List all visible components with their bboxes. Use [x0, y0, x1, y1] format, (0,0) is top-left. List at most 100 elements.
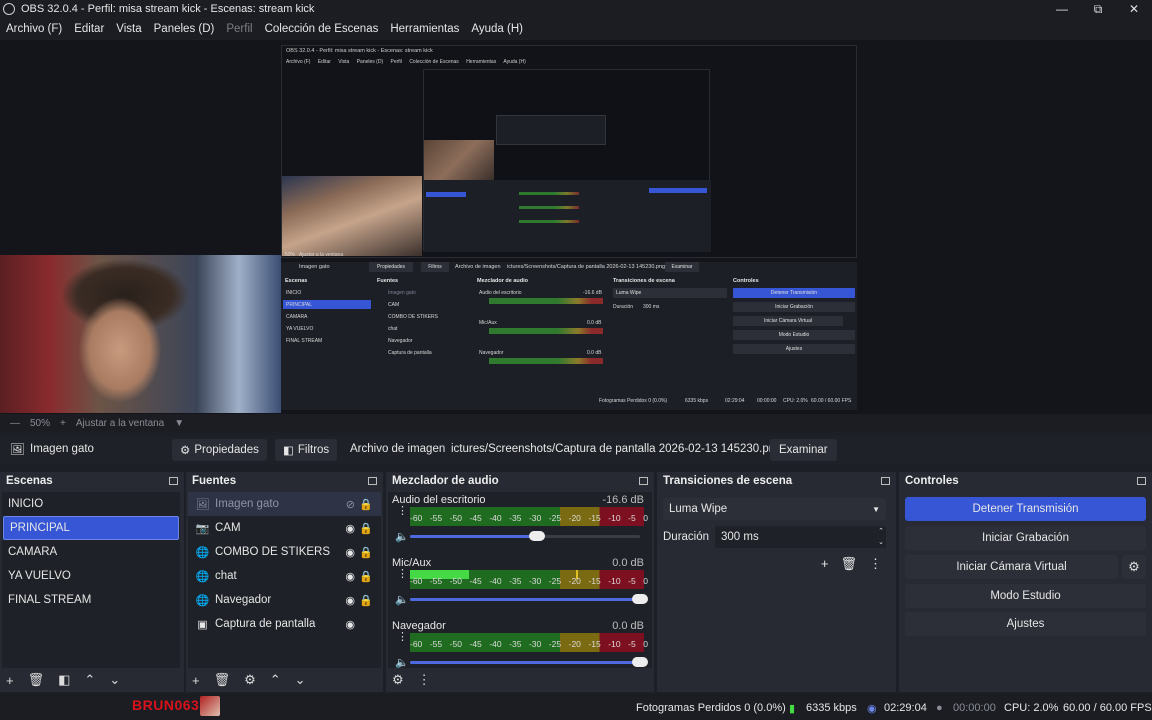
slider-knob[interactable] [632, 594, 648, 604]
lock-icon[interactable]: 🔒 [359, 522, 373, 535]
settings-button[interactable]: Ajustes [905, 612, 1146, 636]
properties-button[interactable]: ⚙ Propiedades [172, 439, 267, 461]
move-up-icon[interactable]: ⌃ [270, 672, 281, 688]
speaker-icon[interactable]: 🔈 [395, 593, 409, 606]
source-item[interactable]: 🌐 Navegador ◉ 🔒 [188, 588, 381, 612]
scenes-toolbar: + 🗑 ◧ ⌃ ⌄ [0, 668, 184, 692]
source-item[interactable]: 🌐 COMBO DE STIKERS ◉ 🔒 [188, 540, 381, 564]
nested-source: CAM [388, 302, 400, 308]
filters-button[interactable]: ◧ Filtros [275, 439, 338, 461]
trash-icon[interactable]: 🗑 [840, 556, 857, 572]
zoom-fit-label[interactable]: Ajustar a la ventana [76, 418, 164, 429]
stop-streaming-button[interactable]: Detener Transmisión [905, 497, 1146, 521]
add-source-icon[interactable]: + [192, 673, 200, 688]
source-item[interactable]: ▣ Captura de pantalla ◉ [188, 612, 381, 636]
advanced-audio-icon[interactable]: ⚙ [392, 672, 404, 688]
scene-item-inicio[interactable]: INICIO [2, 492, 180, 516]
nested-file-label: Archivo de imagen [455, 264, 501, 270]
scene-filters-icon[interactable]: ◧ [58, 672, 70, 688]
trash-icon[interactable]: 🗑 [28, 672, 45, 688]
zoom-in-icon[interactable]: + [60, 418, 66, 429]
add-scene-icon[interactable]: + [6, 673, 14, 688]
scenes-title: Escenas [6, 475, 53, 487]
lock-icon[interactable]: 🔒 [359, 594, 373, 607]
window-title: OBS 32.0.4 - Perfil: misa stream kick - … [21, 3, 315, 15]
filter-icon: ◧ [283, 445, 294, 457]
menu-coleccion-escenas[interactable]: Colección de Escenas [265, 23, 379, 35]
volume-slider[interactable] [410, 594, 648, 604]
kebab-menu-icon[interactable]: ⋮ [397, 506, 408, 517]
eye-icon[interactable]: ◉ [345, 618, 355, 631]
eye-icon[interactable]: ◉ [345, 546, 355, 559]
undock-icon[interactable] [169, 477, 178, 485]
menu-ayuda[interactable]: Ayuda (H) [471, 23, 523, 35]
file-path-input[interactable]: ictures/Screenshots/Captura de pantalla … [451, 443, 782, 455]
nested-status-live: 02:29:04 [725, 398, 745, 404]
nested-obs-capture: OBS 32.0.4 - Perfil: misa stream kick - … [281, 45, 857, 450]
eye-icon[interactable]: ◉ [345, 594, 355, 607]
move-down-icon[interactable]: ⌄ [295, 672, 306, 688]
volume-slider[interactable] [410, 531, 640, 541]
browse-button[interactable]: Examinar [770, 439, 837, 461]
minimize-icon[interactable]: — [1044, 0, 1080, 18]
gear-icon[interactable]: ⚙ [1122, 555, 1146, 579]
menu-perfil[interactable]: Perfil [226, 23, 252, 35]
close-icon[interactable]: ✕ [1116, 0, 1152, 18]
lock-icon[interactable]: 🔒 [359, 570, 373, 583]
speaker-icon[interactable]: 🔈 [395, 656, 409, 668]
menu-herramientas[interactable]: Herramientas [390, 23, 459, 35]
kebab-menu-icon[interactable]: ⋮ [869, 556, 882, 572]
slider-knob[interactable] [632, 657, 648, 667]
nested-source: Imagen gato [388, 290, 416, 296]
nested-meter [489, 328, 603, 334]
eye-hidden-icon[interactable]: ⊘ [346, 498, 355, 511]
duration-input[interactable]: 300 ms ⌃ ⌄ [715, 526, 886, 548]
lock-icon[interactable]: 🔒 [359, 498, 373, 511]
undock-icon[interactable] [881, 477, 890, 485]
zoom-dropdown-icon[interactable]: ▼ [174, 418, 184, 429]
kebab-menu-icon[interactable]: ⋮ [418, 672, 431, 688]
menu-vista[interactable]: Vista [116, 23, 141, 35]
source-item[interactable]: 🌐 chat ◉ 🔒 [188, 564, 381, 588]
globe-icon: 🌐 [195, 594, 210, 607]
volume-slider[interactable] [410, 657, 648, 667]
source-item[interactable]: 🖼 Imagen gato ⊘ 🔒 [188, 492, 381, 516]
eye-icon[interactable]: ◉ [345, 570, 355, 583]
zoom-out-icon[interactable]: — [10, 418, 20, 429]
maximize-icon[interactable]: ⧉ [1080, 0, 1116, 18]
kebab-menu-icon[interactable]: ⋮ [397, 569, 408, 580]
trash-icon[interactable]: 🗑 [214, 672, 231, 688]
sources-dock: Fuentes 🖼 Imagen gato ⊘ 🔒 📷 CAM ◉ 🔒 🌐 CO… [186, 472, 383, 692]
scene-item-final-stream[interactable]: FINAL STREAM [2, 588, 180, 612]
studio-mode-button[interactable]: Modo Estudio [905, 584, 1146, 608]
selected-source-name: Imagen gato [30, 443, 94, 455]
menu-archivo[interactable]: Archivo (F) [6, 23, 62, 35]
scene-item-principal[interactable]: PRINCIPAL [3, 516, 179, 540]
speaker-icon[interactable]: 🔈 [395, 530, 409, 543]
move-up-icon[interactable]: ⌃ [84, 672, 95, 688]
meter-scale: -60 -55 -50 -45 -40 -35 -30 -25 -20 -15 -10 -5 0 [410, 513, 648, 523]
move-down-icon[interactable]: ⌄ [109, 672, 120, 688]
transition-select[interactable]: Luma Wipe ▼ [663, 498, 886, 520]
undock-icon[interactable] [368, 477, 377, 485]
broadcast-icon: ◉ [867, 703, 877, 715]
slider-knob[interactable] [528, 531, 545, 541]
eye-icon[interactable]: ◉ [345, 522, 355, 535]
scene-item-camara[interactable]: CAMARA [2, 540, 180, 564]
duration-spinner[interactable]: ⌃ ⌄ [878, 526, 884, 548]
preview-canvas[interactable]: OBS 32.0.4 - Perfil: misa stream kick - … [0, 40, 1152, 414]
nested-filters-button: Filtros [421, 262, 449, 272]
scene-item-ya-vuelvo[interactable]: YA VUELVO [2, 564, 180, 588]
undock-icon[interactable] [639, 477, 648, 485]
menu-editar[interactable]: Editar [74, 23, 104, 35]
undock-icon[interactable] [1137, 477, 1146, 485]
source-item[interactable]: 📷 CAM ◉ 🔒 [188, 516, 381, 540]
start-virtual-camera-button[interactable]: Iniciar Cámara Virtual [905, 555, 1118, 579]
kebab-menu-icon[interactable]: ⋮ [397, 632, 408, 643]
lock-icon[interactable]: 🔒 [359, 546, 373, 559]
start-recording-button[interactable]: Iniciar Grabación [905, 526, 1146, 550]
menu-paneles[interactable]: Paneles (D) [154, 23, 215, 35]
add-transition-icon[interactable]: + [821, 556, 829, 572]
gear-icon[interactable]: ⚙ [244, 672, 256, 688]
slider-fill [410, 598, 640, 601]
